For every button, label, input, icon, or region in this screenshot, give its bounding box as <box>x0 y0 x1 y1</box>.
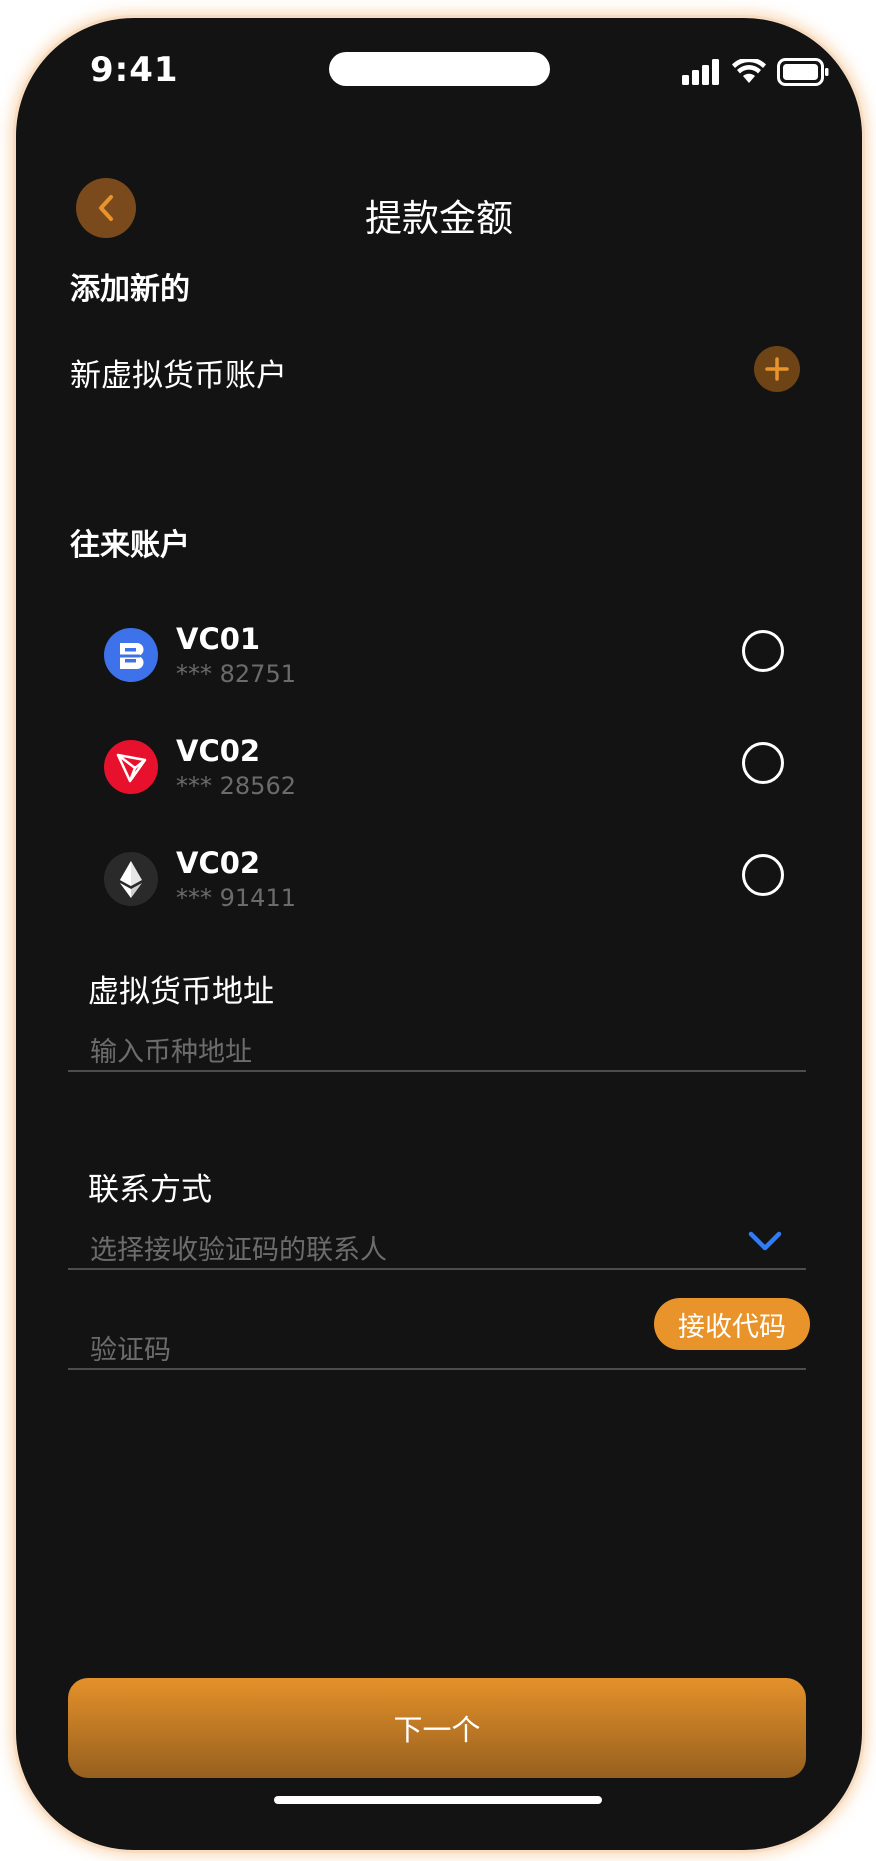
account-radio[interactable] <box>742 630 784 672</box>
accounts-heading: 往来账户 <box>70 528 190 563</box>
page-title: 提款金额 <box>365 197 513 240</box>
home-indicator <box>274 1796 602 1804</box>
contact-select[interactable]: 选择接收验证码的联系人 <box>90 1228 387 1267</box>
account-name: VC01 <box>176 622 261 656</box>
verification-divider <box>68 1368 806 1370</box>
account-name: VC02 <box>176 734 261 768</box>
account-radio[interactable] <box>742 854 784 896</box>
account-name: VC02 <box>176 846 261 880</box>
verification-code-input[interactable]: 验证码 <box>90 1328 171 1367</box>
dynamic-island <box>329 52 550 86</box>
ethereum-icon <box>104 852 158 906</box>
status-time: 9:41 <box>90 50 179 90</box>
chevron-down-icon[interactable] <box>748 1230 782 1252</box>
address-input[interactable]: 输入币种地址 <box>90 1030 252 1069</box>
next-button[interactable]: 下一个 <box>68 1678 806 1778</box>
address-label: 虚拟货币地址 <box>88 974 274 1010</box>
wifi-icon <box>732 59 766 83</box>
account-number: *** 28562 <box>176 772 296 800</box>
account-row[interactable]: VC02 *** 91411 <box>104 844 784 914</box>
coin-b-icon <box>104 628 158 682</box>
address-divider <box>68 1070 806 1072</box>
account-row[interactable]: VC01 *** 82751 <box>104 620 784 690</box>
account-row[interactable]: VC02 *** 28562 <box>104 732 784 802</box>
receive-code-button[interactable]: 接收代码 <box>654 1298 810 1350</box>
contact-divider <box>68 1268 806 1270</box>
new-account-label[interactable]: 新虚拟货币账户 <box>70 350 287 395</box>
tron-icon <box>104 740 158 794</box>
contact-label: 联系方式 <box>88 1172 212 1208</box>
battery-icon <box>777 58 829 86</box>
add-new-heading: 添加新的 <box>70 272 190 307</box>
plus-icon <box>765 357 789 381</box>
status-icons <box>681 58 829 86</box>
account-number: *** 91411 <box>176 884 296 912</box>
signal-icon <box>682 59 719 85</box>
account-number: *** 82751 <box>176 660 296 688</box>
account-radio[interactable] <box>742 742 784 784</box>
phone-screen: 9:41 提款金额 添加新的 新虚拟货币账户 往来账户 VC01 *** 827… <box>16 18 862 1850</box>
add-account-button[interactable] <box>754 346 800 392</box>
